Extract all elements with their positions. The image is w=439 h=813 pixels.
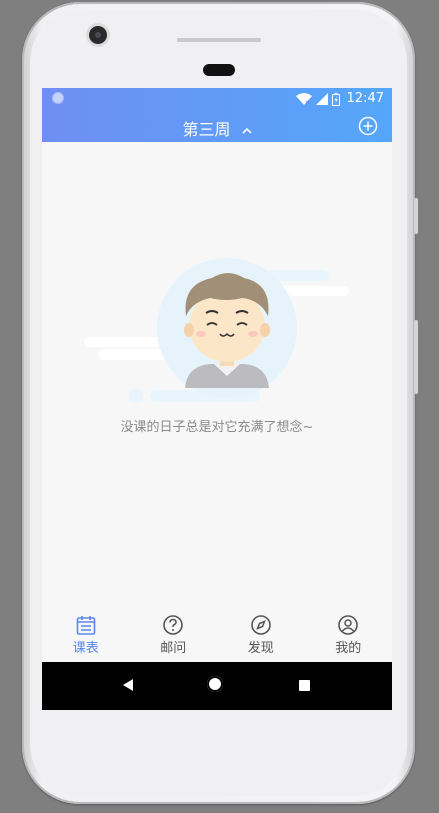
recents-icon[interactable] <box>299 680 310 691</box>
empty-state-message: 没课的日子总是对它充满了想念~ <box>120 420 314 435</box>
wifi-icon <box>296 93 312 105</box>
speaker-grille <box>177 38 261 42</box>
tab-label: 发现 <box>247 641 274 656</box>
bottom-nav: 课表 邮问 发现 我的 <box>42 610 392 662</box>
tab-label: 邮问 <box>160 641 187 656</box>
signal-icon <box>316 93 328 105</box>
tab-questions[interactable]: 邮问 <box>130 610 218 662</box>
earpiece <box>203 64 235 76</box>
status-icons <box>296 92 340 106</box>
tab-profile[interactable]: 我的 <box>305 610 393 662</box>
tab-label: 我的 <box>335 641 362 656</box>
status-time: 12:47 <box>346 91 384 106</box>
power-button <box>414 320 418 394</box>
back-icon[interactable] <box>122 678 134 692</box>
battery-icon <box>332 92 340 106</box>
tab-schedule[interactable]: 课表 <box>42 610 130 662</box>
app-header: 第三周 <box>42 110 392 142</box>
system-nav-bar <box>42 662 392 710</box>
tab-discover[interactable]: 发现 <box>217 610 305 662</box>
user-icon <box>338 615 359 635</box>
week-selector[interactable]: 第三周 <box>42 116 392 140</box>
volume-button <box>414 198 418 234</box>
status-bar: 12:47 <box>42 88 392 110</box>
tab-label: 课表 <box>72 641 99 656</box>
compass-icon <box>250 615 271 635</box>
add-circle-icon[interactable] <box>358 116 378 136</box>
front-camera <box>89 26 107 44</box>
home-icon[interactable] <box>207 676 223 692</box>
calendar-icon <box>76 616 96 635</box>
character <box>184 273 270 388</box>
app-screen: 12:47 第三周 没课的日子总是对它充满了想念~ 课表 邮问 发现 我的 <box>42 88 392 710</box>
question-icon <box>163 615 184 635</box>
page-title: 第三周 <box>182 120 231 139</box>
empty-state-illustration <box>84 258 349 402</box>
notification-dot-icon <box>52 92 64 104</box>
chevron-up-icon <box>241 127 252 134</box>
